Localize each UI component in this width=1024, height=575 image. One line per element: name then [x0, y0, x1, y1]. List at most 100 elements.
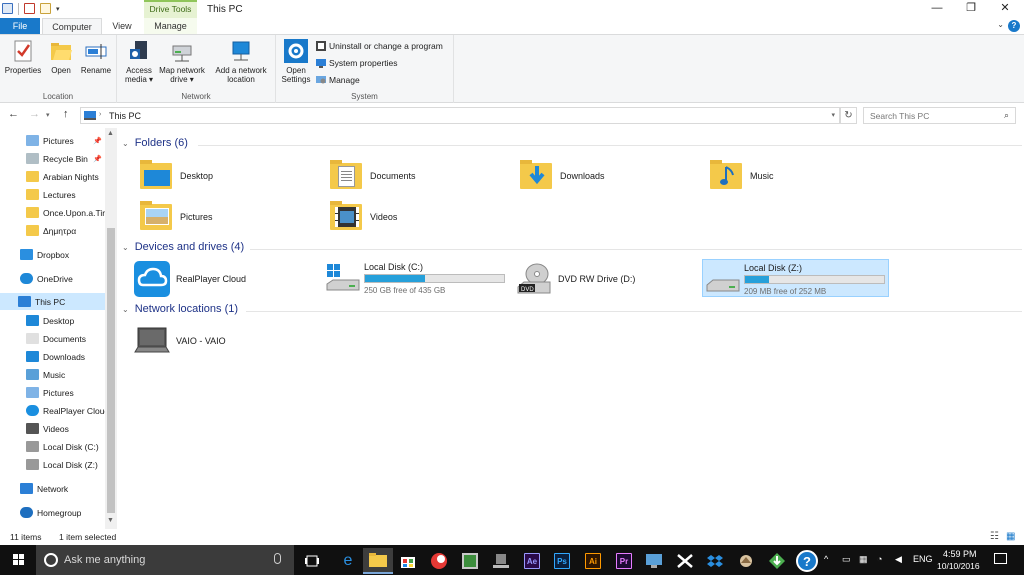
taskbar-help[interactable]: ?: [792, 548, 822, 574]
open-button[interactable]: Open: [46, 39, 76, 75]
system-properties-button[interactable]: System properties: [316, 58, 398, 68]
tab-file[interactable]: File: [0, 18, 40, 35]
chevron-up-icon[interactable]: ^: [824, 554, 828, 564]
chevron-down-icon[interactable]: ⌄: [122, 139, 129, 148]
sidebar-item[interactable]: RealPlayer Clouc: [0, 402, 105, 419]
task-view-button[interactable]: [297, 548, 327, 574]
wifi-icon[interactable]: ◔: [877, 554, 882, 564]
qat-dropdown-icon[interactable]: ▾: [56, 5, 60, 13]
sidebar-item[interactable]: Pictures 📌: [0, 132, 105, 149]
sidebar-item[interactable]: Recycle Bin 📌: [0, 150, 105, 167]
new-folder-icon[interactable]: [40, 3, 51, 14]
folder-downloads[interactable]: Downloads: [518, 158, 605, 194]
battery-icon[interactable]: ▭: [842, 554, 851, 565]
refresh-icon[interactable]: ↻: [840, 107, 857, 124]
drive-c[interactable]: Local Disk (C:) 250 GB free of 435 GB: [323, 259, 513, 297]
scroll-down-icon[interactable]: ▼: [107, 517, 114, 524]
start-button[interactable]: [0, 545, 36, 575]
tab-view[interactable]: View: [104, 18, 140, 35]
chevron-down-icon[interactable]: ⌄: [122, 305, 129, 314]
folder-desktop[interactable]: Desktop: [138, 158, 213, 194]
address-bar[interactable]: › This PC ▾: [80, 107, 840, 124]
access-media-button[interactable]: Access media ▾: [121, 39, 157, 84]
rename-button[interactable]: Rename: [78, 39, 114, 75]
sidebar-item[interactable]: Documents: [0, 330, 105, 347]
breadcrumb-separator-icon[interactable]: ›: [99, 111, 101, 118]
taskbar-image-viewer[interactable]: [455, 548, 485, 574]
folder-videos[interactable]: Videos: [328, 199, 397, 235]
scrollbar-thumb[interactable]: [107, 228, 115, 513]
maximize-button[interactable]: ❐: [956, 1, 986, 16]
taskbar-capcut[interactable]: [670, 548, 700, 574]
sidebar-item[interactable]: Homegroup: [0, 504, 105, 521]
folders-section-header[interactable]: ⌄ Folders (6): [122, 137, 188, 149]
sidebar-item[interactable]: OneDrive: [0, 270, 105, 287]
clock-time[interactable]: 4:59 PM: [943, 549, 977, 559]
drive-realplayer-cloud[interactable]: RealPlayer Cloud: [134, 261, 246, 297]
forward-arrow-icon[interactable]: →: [29, 108, 40, 120]
taskbar-photoshop[interactable]: Ps: [547, 548, 577, 574]
properties-check-icon[interactable]: [24, 3, 35, 14]
devices-section-header[interactable]: ⌄ Devices and drives (4): [122, 241, 244, 253]
action-center-icon[interactable]: [994, 553, 1007, 564]
manage-button[interactable]: Manage: [316, 75, 360, 85]
network-tray-icon[interactable]: ▦: [859, 554, 868, 565]
properties-button[interactable]: Properties: [4, 39, 42, 75]
tab-computer[interactable]: Computer: [42, 18, 102, 35]
taskbar-edge[interactable]: e: [333, 548, 363, 574]
scroll-up-icon[interactable]: ▲: [107, 130, 114, 137]
sidebar-item[interactable]: Downloads: [0, 348, 105, 365]
network-location-vaio[interactable]: VAIO - VAIO: [134, 323, 226, 359]
taskbar-bird-app[interactable]: [731, 548, 761, 574]
pin-icon[interactable]: 📌: [93, 155, 102, 163]
sidebar-item[interactable]: Local Disk (C:): [0, 438, 105, 455]
search-icon[interactable]: ⌕: [1004, 110, 1009, 121]
taskbar-file-explorer[interactable]: [363, 548, 393, 574]
taskbar-after-effects[interactable]: Ae: [517, 548, 547, 574]
sidebar-item[interactable]: Arabian Nights: [0, 168, 105, 185]
minimize-button[interactable]: —: [922, 1, 952, 16]
sidebar-item[interactable]: Network: [0, 480, 105, 497]
taskbar-monitor-app[interactable]: [639, 548, 669, 574]
sidebar-item[interactable]: Dropbox: [0, 246, 105, 263]
chevron-down-icon[interactable]: ⌄: [997, 20, 1004, 29]
sidebar-item[interactable]: Music: [0, 366, 105, 383]
taskbar-premiere[interactable]: Pr: [609, 548, 639, 574]
cortana-search-box[interactable]: Ask me anything: [36, 545, 294, 575]
close-button[interactable]: ✕: [990, 1, 1020, 16]
taskbar-illustrator[interactable]: Ai: [578, 548, 608, 574]
sidebar-item[interactable]: Once.Upon.a.Tir: [0, 204, 105, 221]
clock-date[interactable]: 10/10/2016: [937, 561, 980, 571]
large-icons-view-icon[interactable]: ▦: [1006, 531, 1015, 542]
taskbar-store[interactable]: [393, 548, 423, 574]
network-locations-section-header[interactable]: ⌄ Network locations (1): [122, 303, 238, 315]
volume-icon[interactable]: ◀: [895, 554, 902, 565]
open-settings-button[interactable]: Open Settings: [279, 39, 313, 84]
recent-locations-icon[interactable]: ▾: [46, 111, 50, 119]
pin-icon[interactable]: 📌: [93, 137, 102, 145]
help-icon[interactable]: ?: [1008, 20, 1020, 32]
add-network-location-button[interactable]: Add a network location: [210, 39, 272, 84]
breadcrumb[interactable]: This PC: [109, 111, 141, 121]
language-indicator[interactable]: ENG: [913, 554, 933, 564]
tab-manage[interactable]: Manage: [144, 18, 197, 35]
taskbar-dropbox[interactable]: [700, 548, 730, 574]
sidebar-item[interactable]: Δημητρα: [0, 222, 105, 239]
taskbar-utorrent[interactable]: [762, 548, 792, 574]
drive-z[interactable]: Local Disk (Z:) 209 MB free of 252 MB: [702, 259, 889, 297]
sidebar-item[interactable]: Lectures: [0, 186, 105, 203]
sidebar-item[interactable]: This PC: [0, 293, 105, 310]
details-view-icon[interactable]: ☷: [990, 531, 999, 542]
chevron-down-icon[interactable]: ⌄: [122, 243, 129, 252]
uninstall-program-button[interactable]: Uninstall or change a program: [316, 41, 443, 51]
back-arrow-icon[interactable]: ←: [8, 108, 19, 120]
taskbar-media-player[interactable]: [424, 548, 454, 574]
map-network-drive-button[interactable]: Map network drive ▾: [155, 39, 209, 84]
folder-documents[interactable]: Documents: [328, 158, 416, 194]
microphone-icon[interactable]: [274, 553, 281, 564]
sidebar-item[interactable]: Pictures: [0, 384, 105, 401]
taskbar-network-tool[interactable]: [486, 548, 516, 574]
up-arrow-icon[interactable]: ↑: [63, 108, 69, 120]
sidebar-item[interactable]: Desktop: [0, 312, 105, 329]
search-input[interactable]: Search This PC ⌕: [863, 107, 1016, 124]
